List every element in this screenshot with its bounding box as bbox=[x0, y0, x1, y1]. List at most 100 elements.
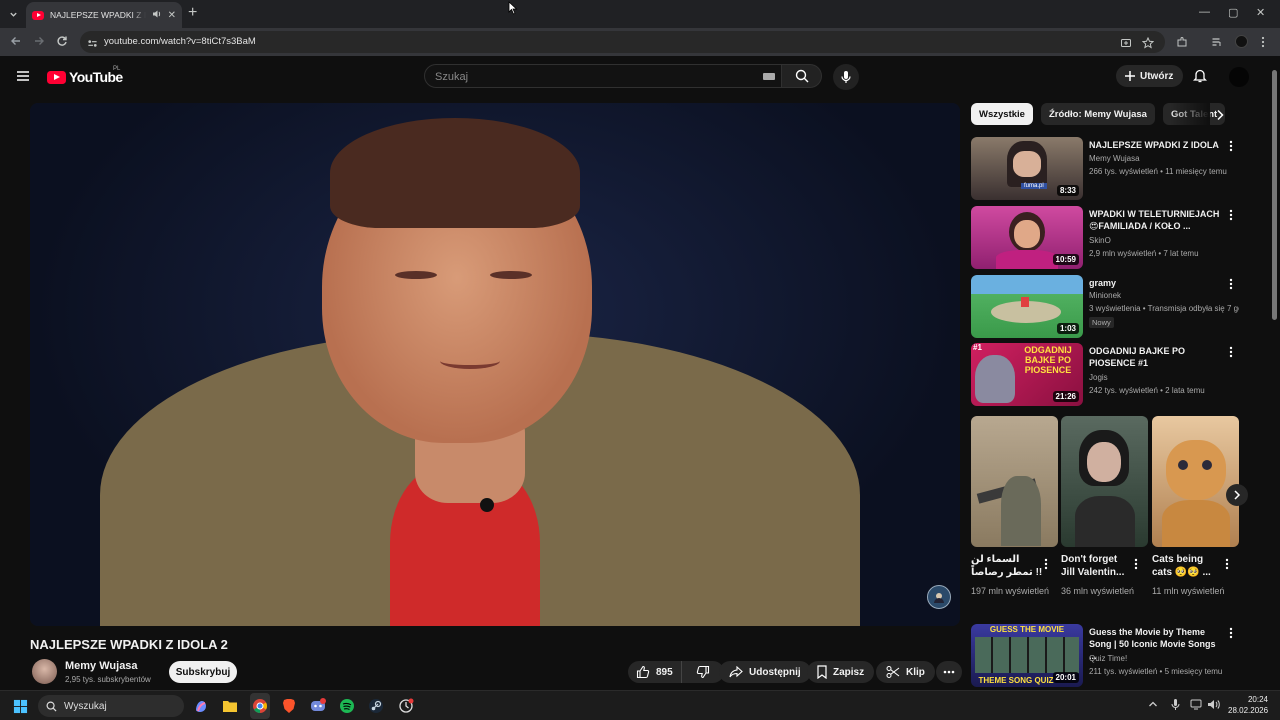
new-tab-button[interactable]: + bbox=[188, 5, 197, 21]
maximize-icon[interactable]: ▢ bbox=[1228, 6, 1238, 19]
voice-search-button[interactable] bbox=[833, 64, 859, 90]
like-button[interactable]: 895 bbox=[628, 661, 682, 683]
more-vertical-icon[interactable] bbox=[1225, 557, 1229, 575]
video-player[interactable] bbox=[30, 103, 960, 626]
recommendation-item[interactable]: #1 ODGADNIJ BAJKE PO PIOSENCE 21:26 ODGA… bbox=[971, 343, 1241, 407]
video-thumbnail[interactable]: 10:59 bbox=[971, 206, 1083, 269]
recommendation-item[interactable]: fuma.pl 8:33 NAJLEPSZE WPADKI Z IDOLA Me… bbox=[971, 137, 1241, 201]
rec-channel[interactable]: SkinO bbox=[1089, 236, 1111, 245]
rec-title[interactable]: WPADKI W TELETURNIEJACH 😍FAMILIADA / KOŁ… bbox=[1089, 208, 1225, 232]
bookmark-star-icon[interactable] bbox=[1141, 36, 1155, 54]
video-thumbnail[interactable]: #1 ODGADNIJ BAJKE PO PIOSENCE 21:26 bbox=[971, 343, 1083, 406]
create-button[interactable]: Utwórz bbox=[1116, 65, 1184, 87]
channel-watermark[interactable] bbox=[927, 585, 951, 609]
clip-button[interactable]: Klip bbox=[876, 661, 935, 683]
extensions-icon[interactable] bbox=[1176, 35, 1188, 53]
video-thumbnail[interactable]: fuma.pl 8:33 bbox=[971, 137, 1083, 200]
media-controls-icon[interactable] bbox=[1211, 35, 1223, 53]
chevron-right-icon[interactable] bbox=[1215, 108, 1225, 126]
clock-time: 20:24 bbox=[1247, 695, 1268, 704]
duration-badge: 1:03 bbox=[1056, 323, 1079, 334]
short-item[interactable]: Don't forget Jill Valentin... 36 mln wyś… bbox=[1061, 416, 1148, 596]
browser-tab-active[interactable]: NAJLEPSZE WPADKI Z IDOLA 2 - YouTube ✕ bbox=[26, 2, 182, 28]
short-views: 11 mln wyświetleń bbox=[1152, 586, 1225, 596]
channel-name[interactable]: Memy Wujasa bbox=[65, 660, 138, 672]
microphone-icon[interactable] bbox=[1171, 698, 1180, 714]
volume-icon[interactable] bbox=[1207, 699, 1220, 713]
cast-icon[interactable] bbox=[1120, 36, 1132, 54]
tab-close-icon[interactable]: ✕ bbox=[168, 10, 176, 21]
share-label: Udostępnij bbox=[749, 666, 801, 678]
clock-date: 28.02.2026 bbox=[1228, 706, 1269, 715]
more-vertical-icon[interactable] bbox=[1229, 277, 1233, 295]
file-explorer-icon[interactable] bbox=[220, 696, 240, 716]
more-vertical-icon[interactable] bbox=[1229, 345, 1233, 363]
back-arrow-icon[interactable] bbox=[10, 34, 22, 52]
taskbar-search-label: Wyszukaj bbox=[64, 700, 107, 712]
notifications-bell-icon[interactable] bbox=[1192, 68, 1208, 88]
tab-audio-icon[interactable] bbox=[152, 9, 162, 22]
recommendation-item[interactable]: GUESS THE MOVIE THEME SONG QUIZ 20:01 Gu… bbox=[971, 624, 1241, 688]
more-vertical-icon[interactable] bbox=[1229, 139, 1233, 157]
copilot-icon[interactable] bbox=[191, 696, 211, 716]
shorts-next-button[interactable] bbox=[1226, 484, 1248, 506]
chrome-icon[interactable] bbox=[250, 696, 270, 716]
channel-avatar[interactable] bbox=[32, 659, 57, 684]
window-close-icon[interactable]: ✕ bbox=[1256, 6, 1265, 19]
short-thumbnail[interactable] bbox=[1061, 416, 1148, 547]
browser-menu-icon[interactable] bbox=[1261, 35, 1265, 53]
share-button[interactable]: Udostępnij bbox=[719, 661, 811, 683]
rec-title[interactable]: ODGADNIJ BAJKE PO PIOSENCE #1 bbox=[1089, 345, 1225, 369]
display-icon[interactable] bbox=[1190, 699, 1202, 713]
chip-source-channel[interactable]: Źródło: Memy Wujasa bbox=[1040, 103, 1155, 125]
short-item[interactable]: السماء لن تمطر رصاصاً !! 197 mln wyświet… bbox=[971, 416, 1058, 596]
account-avatar[interactable] bbox=[1229, 67, 1249, 87]
chip-all[interactable]: Wszystkie bbox=[971, 103, 1033, 125]
windows-start-icon[interactable] bbox=[10, 696, 30, 716]
rec-channel[interactable]: Quiz Time! bbox=[1089, 654, 1127, 663]
short-thumbnail[interactable] bbox=[971, 416, 1058, 547]
site-settings-icon[interactable] bbox=[87, 36, 98, 54]
more-vertical-icon[interactable] bbox=[1134, 557, 1138, 575]
rec-title[interactable]: NAJLEPSZE WPADKI Z IDOLA bbox=[1089, 139, 1225, 151]
video-thumbnail[interactable]: GUESS THE MOVIE THEME SONG QUIZ 20:01 bbox=[971, 624, 1083, 687]
more-vertical-icon[interactable] bbox=[1229, 626, 1233, 644]
taskbar-search[interactable]: Wyszukaj bbox=[38, 695, 184, 717]
hamburger-menu-icon[interactable] bbox=[16, 69, 30, 87]
rec-channel[interactable]: Jogis bbox=[1089, 373, 1108, 382]
video-thumbnail[interactable]: 1:03 bbox=[971, 275, 1083, 338]
search-button[interactable] bbox=[782, 64, 822, 88]
app-icon[interactable] bbox=[396, 696, 416, 716]
save-button[interactable]: Zapisz bbox=[807, 661, 875, 683]
recommendation-item[interactable]: 1:03 gramy Minionek 3 wyświetlenia • Tra… bbox=[971, 275, 1241, 339]
steam-icon[interactable] bbox=[366, 696, 386, 716]
more-vertical-icon[interactable] bbox=[1044, 557, 1048, 575]
youtube-logo[interactable]: YouTube PL bbox=[47, 66, 123, 85]
duration-badge: 21:26 bbox=[1052, 391, 1079, 402]
recommendation-item[interactable]: 10:59 WPADKI W TELETURNIEJACH 😍FAMILIADA… bbox=[971, 206, 1241, 270]
short-thumbnail[interactable] bbox=[1152, 416, 1239, 547]
spotify-icon[interactable] bbox=[337, 696, 357, 716]
short-item[interactable]: Cats being cats 🥺🥺 ... 11 mln wyświetleń bbox=[1152, 416, 1239, 596]
scrollbar-thumb[interactable] bbox=[1272, 70, 1277, 320]
more-vertical-icon[interactable] bbox=[1229, 208, 1233, 226]
dislike-button[interactable] bbox=[688, 665, 718, 679]
rec-channel[interactable]: Minionek bbox=[1089, 291, 1121, 300]
reload-icon[interactable] bbox=[56, 34, 68, 52]
keyboard-icon[interactable] bbox=[763, 73, 775, 80]
taskbar-clock[interactable]: 20:24 28.02.2026 bbox=[1228, 694, 1268, 716]
minimize-icon[interactable]: — bbox=[1199, 6, 1210, 18]
brave-icon[interactable] bbox=[279, 696, 299, 716]
browser-profile-avatar[interactable] bbox=[1235, 35, 1248, 48]
youtube-header: YouTube PL Utwórz bbox=[0, 56, 1268, 96]
more-actions-button[interactable] bbox=[936, 661, 962, 683]
address-bar[interactable]: youtube.com/watch?v=8tiCt7s3BaM bbox=[80, 31, 1165, 53]
forward-arrow-icon[interactable] bbox=[33, 34, 45, 52]
search-input[interactable] bbox=[435, 69, 735, 85]
subscribe-button[interactable]: Subskrybuj bbox=[169, 661, 237, 683]
rec-title[interactable]: gramy bbox=[1089, 277, 1225, 289]
rec-channel[interactable]: Memy Wujasa bbox=[1089, 154, 1140, 163]
tray-overflow-icon[interactable] bbox=[1148, 700, 1158, 711]
tab-list-button[interactable] bbox=[4, 5, 22, 23]
discord-icon[interactable] bbox=[308, 696, 328, 716]
